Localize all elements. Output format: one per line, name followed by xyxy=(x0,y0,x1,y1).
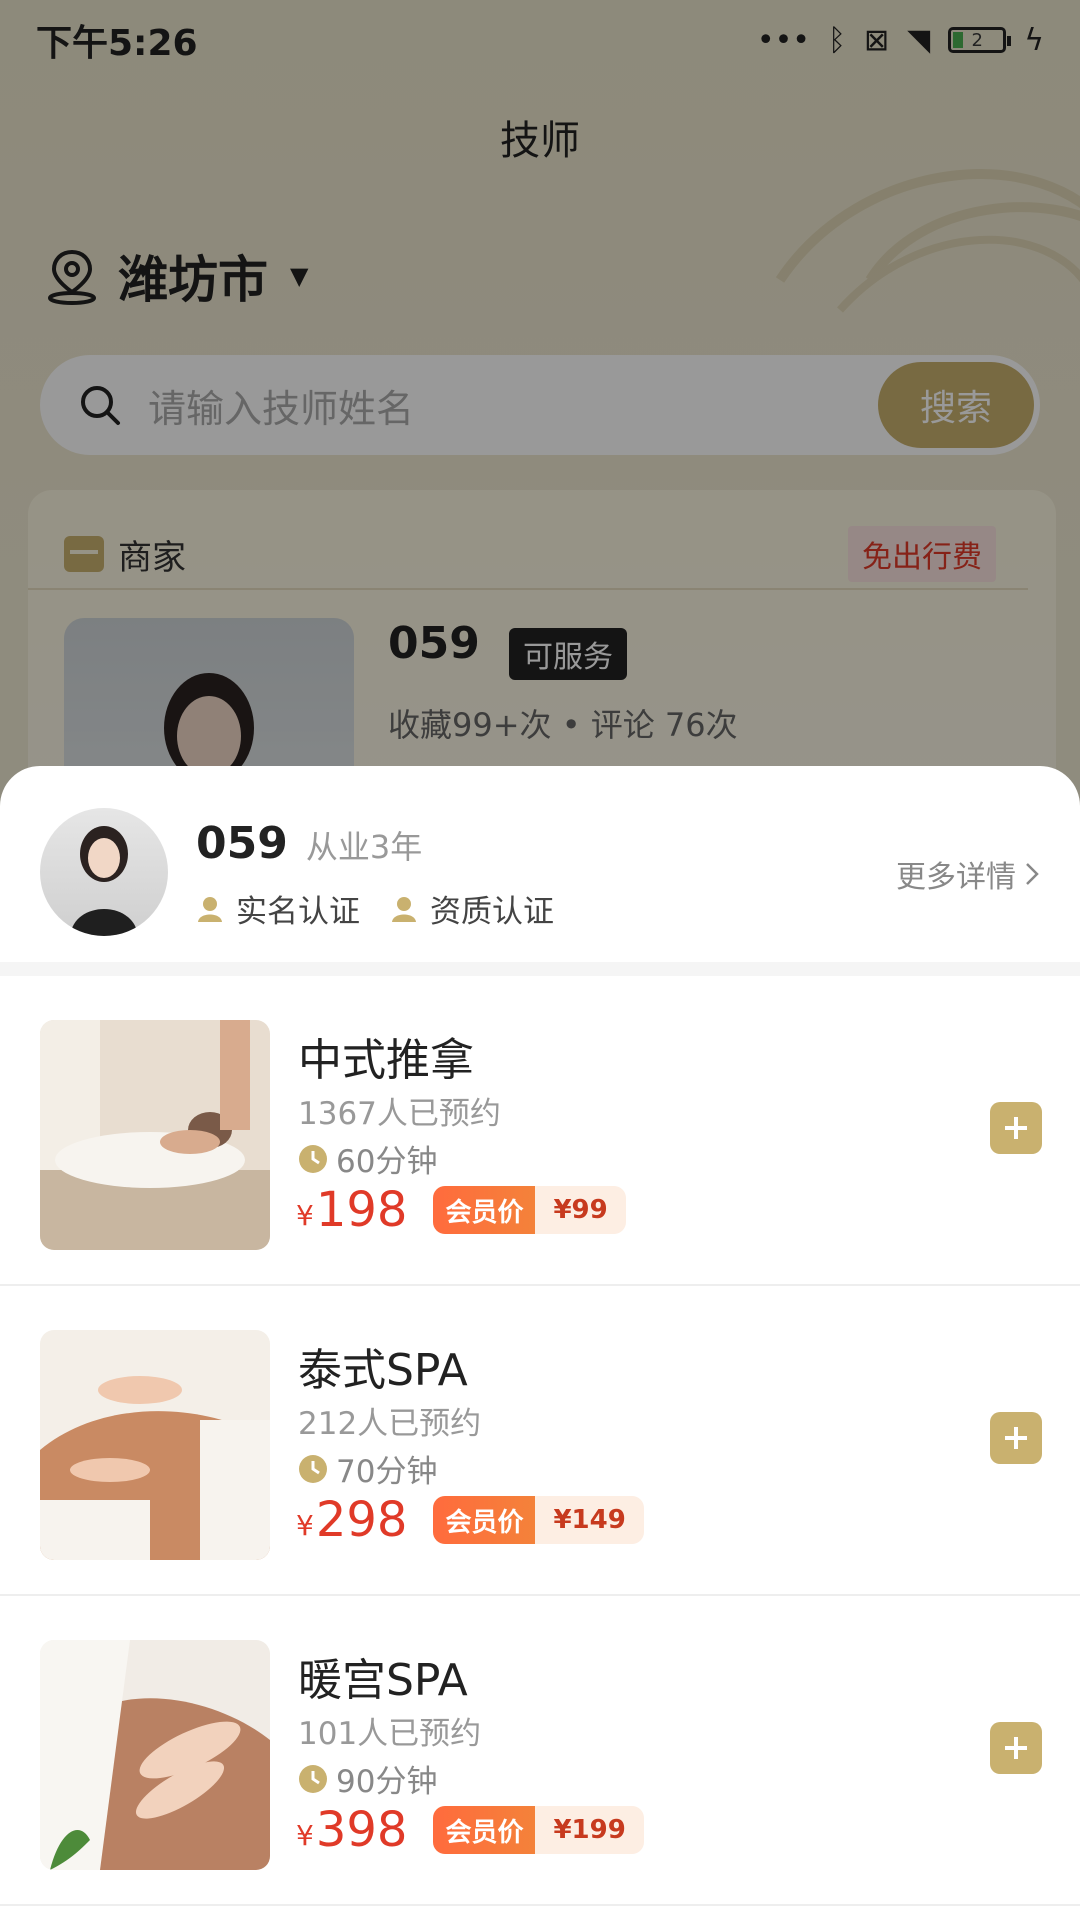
member-price-badge: 会员价 ¥99 xyxy=(433,1186,626,1234)
service-duration: 70分钟 xyxy=(298,1446,437,1491)
add-service-button[interactable] xyxy=(990,1412,1042,1464)
member-price-label: 会员价 xyxy=(433,1806,536,1854)
member-price-value: ¥149 xyxy=(553,1505,626,1535)
cert-real-name: 实名认证 xyxy=(196,886,360,931)
clock-icon xyxy=(299,1764,327,1793)
cert-qualification: 资质认证 xyxy=(390,886,554,931)
clock-icon xyxy=(299,1454,327,1483)
more-details-label: 更多详情 xyxy=(896,860,1016,895)
service-thumbnail xyxy=(40,1330,270,1560)
member-price-label: 会员价 xyxy=(433,1496,536,1544)
service-booked-count: 1367人已预约 xyxy=(298,1096,501,1132)
service-duration-label: 90分钟 xyxy=(336,1764,438,1800)
technician-header: 059 从业3年 实名认证 资质认证 更多详情 xyxy=(0,766,1080,976)
currency-symbol: ¥ xyxy=(296,1199,314,1232)
member-price-value: ¥199 xyxy=(553,1815,626,1845)
service-duration-label: 60分钟 xyxy=(336,1144,438,1180)
service-item[interactable]: 暖宫SPA 101人已预约 90分钟 ¥ 398 会员价 ¥199 xyxy=(0,1596,1080,1906)
person-icon xyxy=(198,896,222,922)
service-list: 中式推拿 1367人已预约 60分钟 ¥ 198 会员价 ¥99 泰式SPA 2… xyxy=(0,976,1080,1906)
service-title: 中式推拿 xyxy=(298,1035,474,1086)
technician-name: 059 xyxy=(196,818,288,869)
member-price-value: ¥99 xyxy=(553,1195,608,1225)
avatar xyxy=(40,808,168,936)
cert-real-name-label: 实名认证 xyxy=(236,894,360,930)
member-price-badge: 会员价 ¥199 xyxy=(433,1806,644,1854)
service-booked-count: 101人已预约 xyxy=(298,1716,482,1752)
service-bottom-sheet: 059 从业3年 实名认证 资质认证 更多详情 中式推拿 1367人已预约 60… xyxy=(0,766,1080,1920)
service-duration: 60分钟 xyxy=(298,1136,437,1181)
service-thumbnail xyxy=(40,1020,270,1250)
service-price: 198 xyxy=(315,1182,408,1238)
service-duration: 90分钟 xyxy=(298,1756,437,1801)
years-of-experience: 从业3年 xyxy=(305,828,423,866)
service-booked-count: 212人已预约 xyxy=(298,1406,482,1442)
member-price-label: 会员价 xyxy=(433,1186,536,1234)
service-price: 298 xyxy=(315,1492,408,1548)
service-item[interactable]: 泰式SPA 212人已预约 70分钟 ¥ 298 会员价 ¥149 xyxy=(0,1286,1080,1596)
service-title: 泰式SPA xyxy=(298,1345,468,1396)
service-price-row: ¥ 298 会员价 ¥149 xyxy=(296,1492,644,1548)
currency-symbol: ¥ xyxy=(296,1819,314,1852)
service-price: 398 xyxy=(315,1802,408,1858)
more-details-link[interactable]: 更多详情 xyxy=(896,852,1040,896)
member-price-badge: 会员价 ¥149 xyxy=(433,1496,644,1544)
currency-symbol: ¥ xyxy=(296,1509,314,1542)
plus-icon xyxy=(1005,1427,1027,1449)
chevron-right-icon xyxy=(1026,863,1039,885)
cert-qualification-label: 资质认证 xyxy=(430,894,554,930)
service-thumbnail xyxy=(40,1640,270,1870)
person-icon xyxy=(392,896,416,922)
battery-level: 2 xyxy=(971,29,983,51)
plus-icon xyxy=(1005,1737,1027,1759)
add-service-button[interactable] xyxy=(990,1722,1042,1774)
clock-icon xyxy=(299,1144,327,1173)
service-price-row: ¥ 398 会员价 ¥199 xyxy=(296,1802,644,1858)
add-service-button[interactable] xyxy=(990,1102,1042,1154)
service-duration-label: 70分钟 xyxy=(336,1454,438,1490)
service-item[interactable]: 中式推拿 1367人已预约 60分钟 ¥ 198 会员价 ¥99 xyxy=(0,976,1080,1286)
plus-icon xyxy=(1005,1117,1027,1139)
service-price-row: ¥ 198 会员价 ¥99 xyxy=(296,1182,626,1238)
service-title: 暖宫SPA xyxy=(298,1655,468,1706)
